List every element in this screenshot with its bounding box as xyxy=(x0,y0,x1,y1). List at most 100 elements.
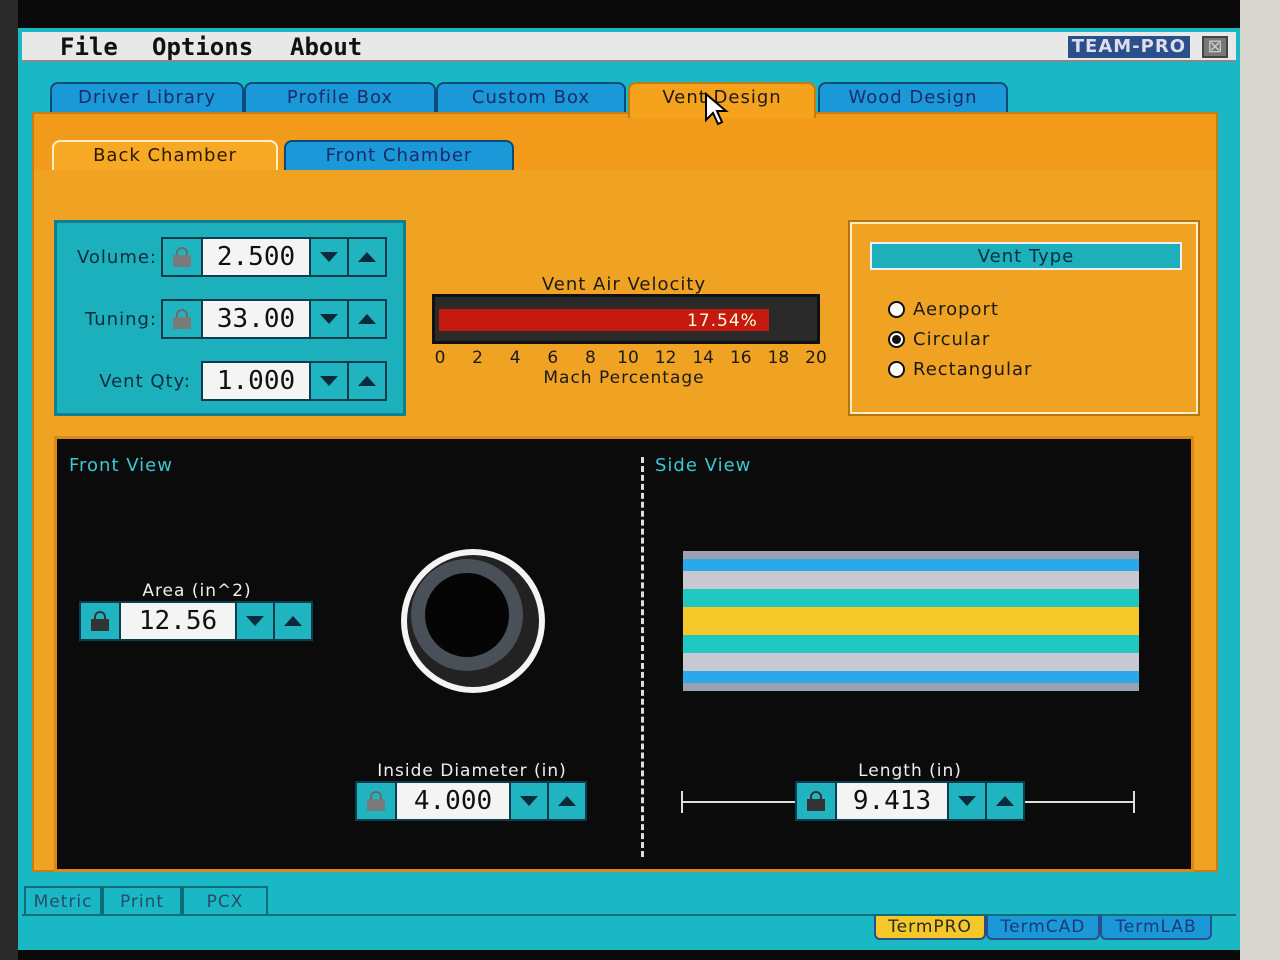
radio-circular-label: Circular xyxy=(913,328,991,350)
tuning-lock-button[interactable] xyxy=(163,301,203,337)
menu-about[interactable]: About xyxy=(290,32,362,62)
tab-profile-box[interactable]: Profile Box xyxy=(244,82,436,112)
vent-qty-increment-button[interactable] xyxy=(347,363,385,399)
length-dimension-line-left xyxy=(683,801,795,803)
print-button[interactable]: Print xyxy=(102,886,182,916)
volume-value[interactable]: 2.500 xyxy=(203,239,309,275)
velocity-tick-label: 8 xyxy=(584,348,596,368)
velocity-value: 17.54% xyxy=(687,311,758,331)
chamber-parameters: Volume: 2.500 Tuning: 33.00 Vent Qty: 1.… xyxy=(54,220,406,416)
tuning-decrement-button[interactable] xyxy=(309,301,347,337)
vent-type-group: Vent Type Aeroport Circular Rectangular xyxy=(848,220,1200,416)
tab-driver-library[interactable]: Driver Library xyxy=(50,82,244,112)
velocity-tick-label: 14 xyxy=(692,348,714,368)
arrow-up-icon xyxy=(358,376,376,386)
velocity-meter: 17.54% xyxy=(432,294,820,344)
length-value[interactable]: 9.413 xyxy=(837,783,947,819)
velocity-tick-label: 12 xyxy=(654,348,677,368)
metric-button[interactable]: Metric xyxy=(24,886,102,916)
inside-diameter-increment-button[interactable] xyxy=(547,783,585,819)
lock-icon xyxy=(173,309,191,329)
vent-qty-label: Vent Qty: xyxy=(99,371,191,392)
length-caption: Length (in) xyxy=(858,761,962,781)
menu-about-label: About xyxy=(290,33,363,61)
radio-button-checked-icon xyxy=(888,330,905,348)
tuning-spinner: 33.00 xyxy=(161,299,387,339)
radio-aeroport[interactable]: Aeroport xyxy=(888,296,999,322)
radio-button-icon xyxy=(888,300,905,318)
vent-qty-decrement-button[interactable] xyxy=(309,363,347,399)
vent-side-view-drawing xyxy=(683,551,1139,691)
tab-back-chamber[interactable]: Back Chamber xyxy=(52,140,278,170)
arrow-down-icon xyxy=(320,376,338,386)
pcx-button[interactable]: PCX xyxy=(182,886,268,916)
vent-front-view-drawing xyxy=(401,549,545,693)
monitor-bezel-right xyxy=(1240,0,1280,960)
velocity-tick-label: 10 xyxy=(617,348,639,368)
volume-decrement-button[interactable] xyxy=(309,239,347,275)
length-increment-button[interactable] xyxy=(985,783,1023,819)
area-caption: Area (in^2) xyxy=(142,581,252,601)
menu-options[interactable]: Options xyxy=(152,32,253,62)
area-value[interactable]: 12.56 xyxy=(121,603,235,639)
inside-diameter-decrement-button[interactable] xyxy=(509,783,547,819)
menu-bar: File Options About TEAM-PRO ⊠ xyxy=(22,32,1236,62)
close-icon[interactable]: ⊠ xyxy=(1202,36,1228,58)
volume-lock-button[interactable] xyxy=(163,239,203,275)
view-divider xyxy=(641,457,644,857)
menu-file[interactable]: File xyxy=(60,32,118,62)
vent-preview-panel: Front View Side View Area (in^2) 12.56 I… xyxy=(54,436,1194,872)
length-dimension-end xyxy=(1133,791,1135,813)
velocity-title: Vent Air Velocity xyxy=(541,274,707,295)
inside-diameter-caption: Inside Diameter (in) xyxy=(377,761,567,781)
tab-custom-box[interactable]: Custom Box xyxy=(436,82,626,112)
length-decrement-button[interactable] xyxy=(947,783,985,819)
tuning-increment-button[interactable] xyxy=(347,301,385,337)
tab-wood-design[interactable]: Wood Design xyxy=(818,82,1008,112)
radio-rectangular[interactable]: Rectangular xyxy=(888,356,1032,382)
app-tab-termlab[interactable]: TermLAB xyxy=(1100,916,1212,940)
vent-qty-value[interactable]: 1.000 xyxy=(203,363,309,399)
radio-rectangular-label: Rectangular xyxy=(913,358,1033,380)
arrow-up-icon xyxy=(284,616,302,626)
arrow-down-icon xyxy=(246,616,264,626)
arrow-down-icon xyxy=(958,796,976,806)
velocity-tick-label: 20 xyxy=(805,348,827,368)
arrow-up-icon xyxy=(996,796,1014,806)
velocity-tick-label: 4 xyxy=(509,348,521,368)
inside-diameter-value[interactable]: 4.000 xyxy=(397,783,509,819)
lock-icon xyxy=(807,791,825,811)
tab-front-chamber[interactable]: Front Chamber xyxy=(284,140,514,170)
lock-icon xyxy=(91,611,109,631)
vent-design-panel: Back Chamber Front Chamber Volume: 2.500… xyxy=(32,112,1218,872)
area-increment-button[interactable] xyxy=(273,603,311,639)
area-lock-button[interactable] xyxy=(81,603,121,639)
length-lock-button[interactable] xyxy=(797,783,837,819)
lock-icon xyxy=(367,791,385,811)
radio-button-icon xyxy=(888,360,905,378)
app-tab-termcad[interactable]: TermCAD xyxy=(986,916,1100,940)
length-dimension-line-right xyxy=(1025,801,1135,803)
menu-options-label: Options xyxy=(152,33,254,61)
area-decrement-button[interactable] xyxy=(235,603,273,639)
radio-circular[interactable]: Circular xyxy=(888,326,990,352)
app-tab-termpro[interactable]: TermPRO xyxy=(874,916,986,940)
length-spinner: 9.413 xyxy=(795,781,1025,821)
app-window: File Options About TEAM-PRO ⊠ Driver Lib… xyxy=(18,28,1240,950)
inside-diameter-lock-button[interactable] xyxy=(357,783,397,819)
arrow-down-icon xyxy=(320,252,338,262)
arrow-up-icon xyxy=(558,796,576,806)
radio-aeroport-label: Aeroport xyxy=(913,298,999,320)
volume-increment-button[interactable] xyxy=(347,239,385,275)
monitor-screen: File Options About TEAM-PRO ⊠ Driver Lib… xyxy=(0,0,1280,960)
mouse-cursor-icon xyxy=(705,92,729,126)
velocity-tick-label: 6 xyxy=(547,348,559,368)
vent-qty-spinner: 1.000 xyxy=(201,361,387,401)
lock-icon xyxy=(173,247,191,267)
volume-label: Volume: xyxy=(76,247,157,268)
velocity-tick-label: 18 xyxy=(767,348,790,368)
side-view-label: Side View xyxy=(655,455,752,476)
arrow-up-icon xyxy=(358,314,376,324)
tuning-value[interactable]: 33.00 xyxy=(203,301,309,337)
menu-file-label: File xyxy=(60,33,118,61)
